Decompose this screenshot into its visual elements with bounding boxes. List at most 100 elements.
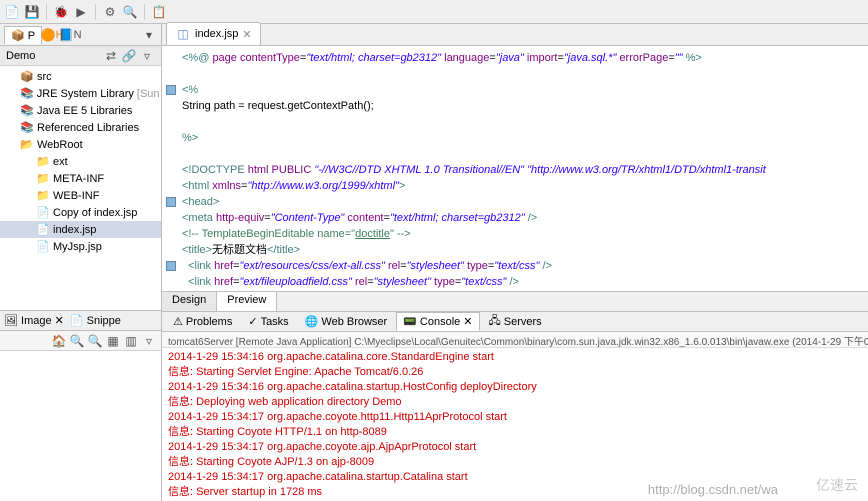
tree-item[interactable]: 📚JRE System Library [Sun JDK: [0, 85, 161, 102]
file-icon: 📄: [36, 240, 50, 254]
tasks-tab[interactable]: ✓ Tasks: [241, 312, 295, 331]
folder-icon: 📁: [36, 189, 50, 203]
console-line: 信息: Starting Coyote HTTP/1.1 on http-808…: [168, 425, 862, 440]
tab-n-icon[interactable]: 📘N: [62, 27, 78, 43]
code-line[interactable]: <title>无标题文档</title>: [182, 242, 868, 258]
tree-item[interactable]: 📚Referenced Libraries: [0, 119, 161, 136]
tree-item[interactable]: 📚Java EE 5 Libraries: [0, 102, 161, 119]
design-tab[interactable]: Design: [162, 292, 217, 311]
tree-label: WebRoot: [37, 139, 83, 151]
code-line[interactable]: <link href="ext/fileuploadfield.css" rel…: [182, 274, 868, 290]
code-line[interactable]: %>: [182, 130, 868, 146]
console-line: 信息: Starting Servlet Engine: Apache Tomc…: [168, 365, 862, 380]
tree-label: src: [37, 71, 52, 83]
zoom-in-icon[interactable]: 🔍: [69, 333, 85, 349]
console-line: 信息: Deploying web application directory …: [168, 395, 862, 410]
lib-icon: 📚: [20, 104, 34, 118]
tree-item[interactable]: 📦src: [0, 68, 161, 85]
folder-icon: 📁: [36, 172, 50, 186]
tree-item[interactable]: 📁ext: [0, 153, 161, 170]
web-browser-tab[interactable]: 🌐 Web Browser: [298, 312, 395, 331]
tab-package[interactable]: 📦 P: [4, 26, 42, 44]
code-line[interactable]: <head>: [182, 194, 868, 210]
code-line[interactable]: <!-- TemplateBeginEditable name="doctitl…: [182, 226, 868, 242]
project-tree[interactable]: 📦src📚JRE System Library [Sun JDK📚Java EE…: [0, 66, 161, 310]
left-view-tabs: 📦 P 🟠H 📘N ▾: [0, 24, 161, 46]
tree-item[interactable]: 📄Copy of index.jsp: [0, 204, 161, 221]
problems-tab[interactable]: ⚠ Problems: [166, 312, 239, 331]
code-line[interactable]: <!DOCTYPE html PUBLIC "-//W3C//DTD XHTML…: [182, 162, 868, 178]
console-line: 2014-1-29 15:34:17 org.apache.catalina.s…: [168, 470, 862, 485]
folder-open-icon: 📂: [20, 138, 34, 152]
editor-tab-index[interactable]: ◫ index.jsp ✕: [166, 22, 261, 45]
bottom-view-tabs: ⚠ Problems ✓ Tasks 🌐 Web Browser 📟 Conso…: [162, 312, 868, 332]
console-line: 2014-1-29 15:34:17 org.apache.coyote.htt…: [168, 410, 862, 425]
tree-label: Copy of index.jsp: [53, 207, 137, 219]
tree-deco: [Sun JDK: [137, 88, 161, 100]
code-line[interactable]: String path = request.getContextPath();: [182, 98, 868, 114]
tree-label: Referenced Libraries: [37, 122, 139, 134]
console-description: tomcat6Server [Remote Java Application] …: [162, 332, 868, 348]
tree-item[interactable]: 📁META-INF: [0, 170, 161, 187]
close-icon[interactable]: ✕: [242, 28, 251, 41]
tool-icon[interactable]: 🔍: [122, 4, 138, 20]
save-icon[interactable]: 💾: [24, 4, 40, 20]
tree-label: WEB-INF: [53, 190, 99, 202]
pkg-icon: 📦: [20, 70, 34, 84]
main-toolbar: 📄 💾 🐞 ▶ ⚙ 🔍 📋: [0, 0, 868, 24]
code-line[interactable]: <%: [182, 82, 868, 98]
code-line[interactable]: <meta http-equiv="Content-Type" content=…: [182, 210, 868, 226]
menu-icon[interactable]: ▾: [141, 27, 157, 43]
tree-item[interactable]: 📂WebRoot: [0, 136, 161, 153]
tree-label: META-INF: [53, 173, 104, 185]
file-icon: 📄: [36, 206, 50, 220]
console-tab[interactable]: 📟 Console ✕: [396, 312, 479, 331]
debug-icon[interactable]: 🐞: [53, 4, 69, 20]
folder-icon: 📁: [36, 155, 50, 169]
tool-icon[interactable]: 📋: [151, 4, 167, 20]
tool-icon[interactable]: ⚙: [102, 4, 118, 20]
tree-label: Java EE 5 Libraries: [37, 105, 132, 117]
image-tab[interactable]: 🖼 Image ✕: [4, 314, 64, 327]
tree-item[interactable]: 📁WEB-INF: [0, 187, 161, 204]
editor-tab-label: index.jsp: [195, 28, 238, 40]
servers-tab[interactable]: 🖧 Servers: [482, 309, 549, 334]
console-line: 2014-1-29 15:34:16 org.apache.catalina.c…: [168, 350, 862, 365]
code-line[interactable]: [182, 114, 868, 130]
code-line[interactable]: <%@ page contentType="text/html; charset…: [182, 50, 868, 66]
menu-icon[interactable]: ▿: [141, 333, 157, 349]
console-line: 2014-1-29 15:34:17 org.apache.coyote.ajp…: [168, 440, 862, 455]
jsp-file-icon: ◫: [175, 26, 191, 42]
new-icon[interactable]: 📄: [4, 4, 20, 20]
menu-icon[interactable]: ▿: [139, 48, 155, 64]
snippet-tab[interactable]: 📄 Snippe: [70, 314, 121, 327]
collapse-icon[interactable]: ⇄: [103, 48, 119, 64]
project-header: Demo ⇄ 🔗 ▿: [0, 46, 161, 66]
link-icon[interactable]: 🔗: [121, 48, 137, 64]
project-name: Demo: [6, 50, 35, 62]
tool-icon[interactable]: ▥: [123, 333, 139, 349]
console-output[interactable]: 2014-1-29 15:34:16 org.apache.catalina.c…: [162, 348, 868, 501]
tree-label: index.jsp: [53, 224, 96, 236]
preview-tab[interactable]: Preview: [217, 292, 277, 311]
grid-icon[interactable]: ▦: [105, 333, 121, 349]
file-icon: 📄: [36, 223, 50, 237]
console-line: 信息: Starting Coyote AJP/1.3 on ajp-8009: [168, 455, 862, 470]
code-line[interactable]: <html xmlns="http://www.w3.org/1999/xhtm…: [182, 178, 868, 194]
image-view-body: [0, 351, 161, 501]
tree-label: JRE System Library: [37, 88, 134, 100]
code-line[interactable]: [182, 146, 868, 162]
code-line[interactable]: [182, 66, 868, 82]
run-icon[interactable]: ▶: [73, 4, 89, 20]
lib-icon: 📚: [20, 87, 34, 101]
tree-label: ext: [53, 156, 68, 168]
zoom-out-icon[interactable]: 🔍: [87, 333, 103, 349]
editor-tabs: ◫ index.jsp ✕: [162, 24, 868, 46]
console-line: 信息: Server startup in 1728 ms: [168, 485, 862, 500]
home-icon[interactable]: 🏠: [51, 333, 67, 349]
tree-item[interactable]: 📄MyJsp.jsp: [0, 238, 161, 255]
tree-item[interactable]: 📄index.jsp: [0, 221, 161, 238]
code-line[interactable]: <link href="ext/resources/css/ext-all.cs…: [182, 258, 868, 274]
console-line: 2014-1-29 15:34:16 org.apache.catalina.s…: [168, 380, 862, 395]
code-editor[interactable]: <%@ page contentType="text/html; charset…: [162, 46, 868, 291]
